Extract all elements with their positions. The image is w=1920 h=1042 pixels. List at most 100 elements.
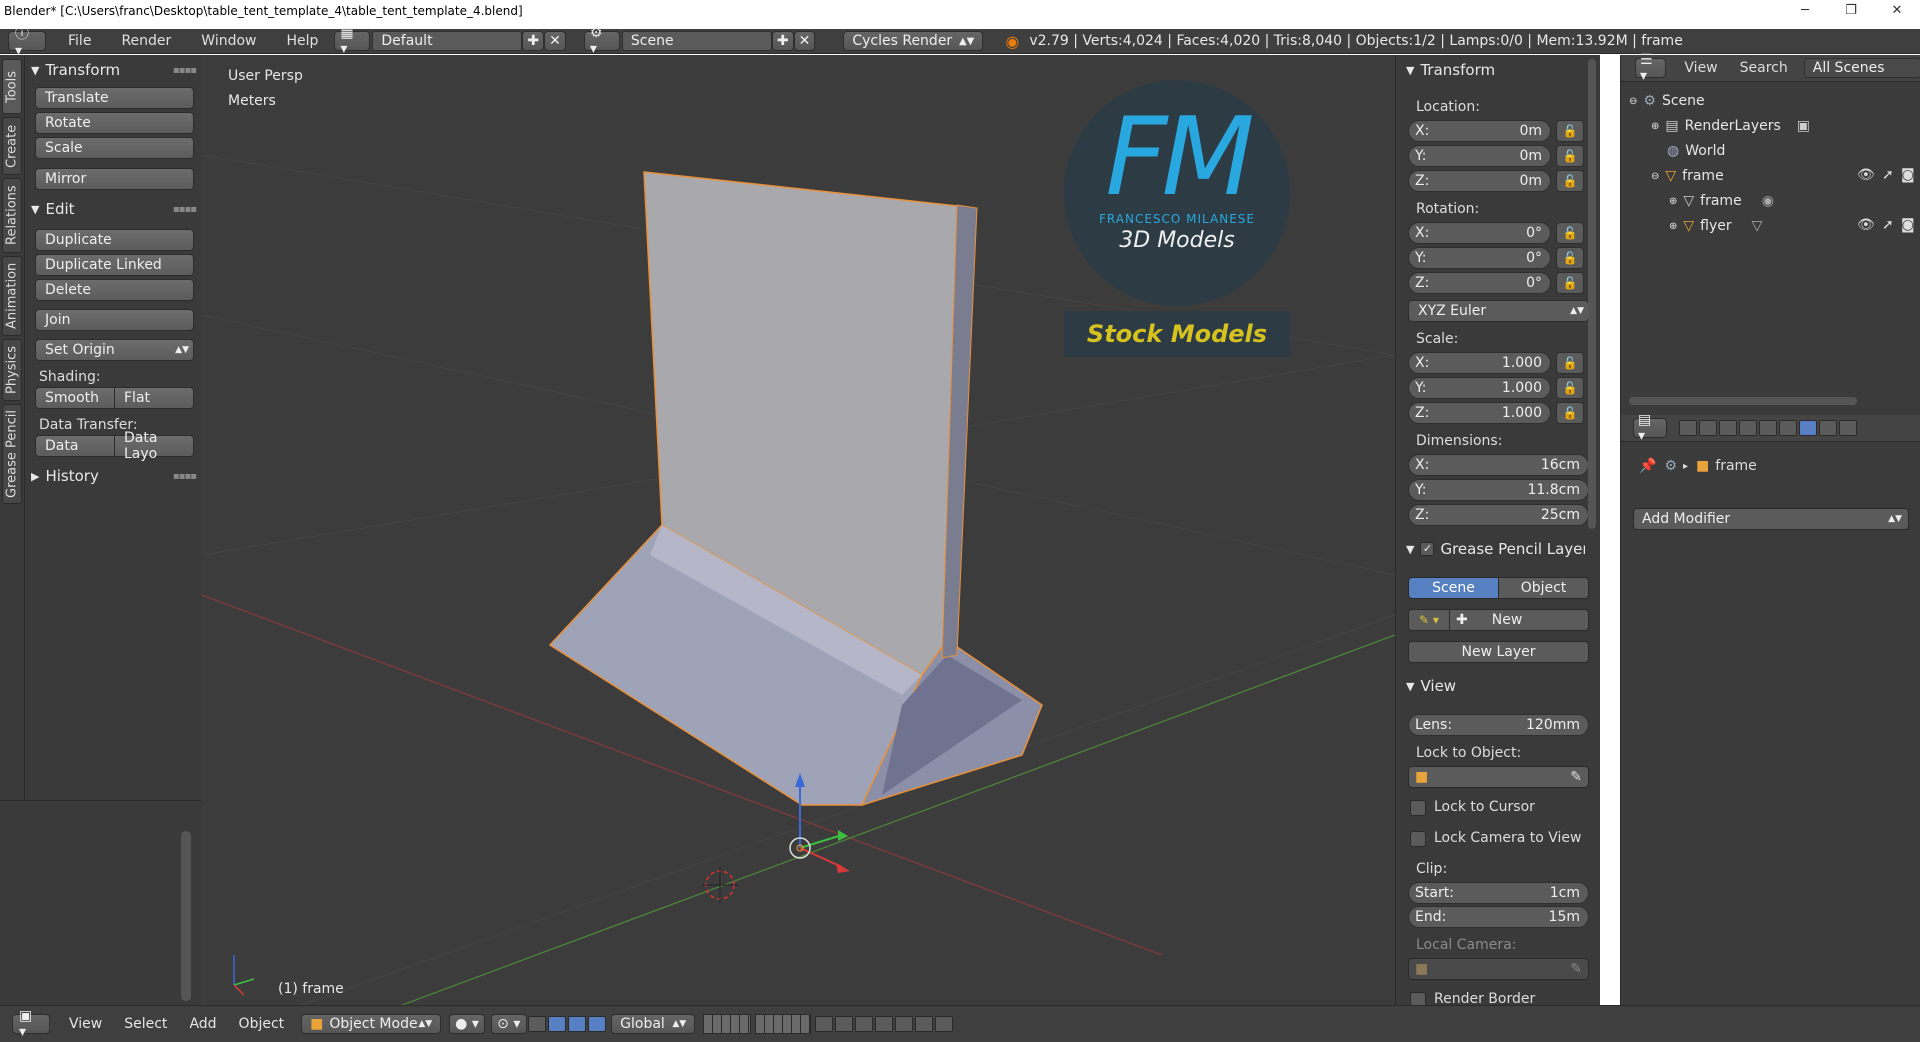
- delete-scene-icon[interactable]: ✕: [793, 31, 816, 51]
- render-camera-icon[interactable]: ◙: [1901, 217, 1915, 233]
- render-camera-icon[interactable]: ◙: [1901, 167, 1915, 183]
- eyedropper-icon[interactable]: ✎: [1570, 769, 1582, 785]
- menu-window[interactable]: Window: [191, 33, 266, 49]
- lock-icon[interactable]: 🔓: [1556, 377, 1584, 399]
- data-tab-icon[interactable]: [1819, 420, 1837, 436]
- scale-z-field[interactable]: Z: 1.000: [1408, 402, 1551, 424]
- renderlayer-toggle-icon[interactable]: ▣: [1797, 118, 1810, 134]
- scale-y-field[interactable]: Y: 1.000: [1408, 377, 1551, 399]
- delete-button[interactable]: Delete: [35, 279, 194, 301]
- outliner-row-flyer[interactable]: ⊕ ▽ flyer ▽: [1669, 216, 1762, 236]
- drag-grip-icon[interactable]: ▪▪▪▪: [173, 204, 197, 215]
- lock-icon[interactable]: 🔓: [1556, 222, 1584, 244]
- transform-panel-header[interactable]: ▼ Transform ▪▪▪▪: [25, 59, 202, 81]
- rotation-z-field[interactable]: Z: 0°: [1408, 272, 1551, 294]
- tab-relations[interactable]: Relations: [2, 178, 22, 253]
- menu-add[interactable]: Add: [178, 1016, 227, 1032]
- layers-grid-icon[interactable]: [703, 1014, 752, 1034]
- screen-layout-icon[interactable]: ▦ ▾: [334, 25, 371, 57]
- view-header[interactable]: ▼ View: [1396, 675, 1591, 697]
- lock-icon[interactable]: 🔓: [1556, 120, 1584, 142]
- 3d-cursor-icon[interactable]: [702, 867, 738, 903]
- location-z-field[interactable]: Z: 0m: [1408, 170, 1551, 192]
- render-layers-tab-icon[interactable]: [1699, 420, 1717, 436]
- constraints-tab-icon[interactable]: [1779, 420, 1797, 436]
- duplicate-linked-button[interactable]: Duplicate Linked: [35, 254, 194, 276]
- tab-object[interactable]: Object: [1499, 577, 1589, 599]
- data-button[interactable]: Data: [35, 435, 115, 457]
- location-y-field[interactable]: Y: 0m: [1408, 145, 1551, 167]
- outliner-row-renderlayers[interactable]: ⊕ ▤ RenderLayers ▣: [1651, 116, 1810, 136]
- tab-grease-pencil[interactable]: Grease Pencil: [2, 404, 22, 504]
- lock-layers-icon[interactable]: [815, 1016, 834, 1032]
- lock-to-cursor-checkbox[interactable]: [1410, 800, 1426, 816]
- lock-icon[interactable]: 🔓: [1556, 352, 1584, 374]
- material-tab-icon[interactable]: [1839, 420, 1857, 436]
- lock-camera-checkbox[interactable]: [1410, 831, 1426, 847]
- tab-create[interactable]: Create: [2, 117, 22, 175]
- menu-select[interactable]: Select: [113, 1016, 178, 1032]
- menu-file[interactable]: File: [58, 33, 101, 49]
- drag-grip-icon[interactable]: ▪▪▪▪: [173, 471, 197, 482]
- translate-button[interactable]: Translate: [35, 87, 194, 109]
- select-arrow-icon[interactable]: ➚: [1882, 167, 1894, 183]
- dimension-x-field[interactable]: X: 16cm: [1408, 454, 1589, 476]
- clip-end-field[interactable]: End: 15m: [1408, 906, 1589, 928]
- lock-icon[interactable]: 🔓: [1556, 145, 1584, 167]
- scale-manipulator-icon[interactable]: [588, 1016, 607, 1032]
- lock-object-field[interactable]: ■ ✎: [1408, 766, 1589, 788]
- world-tab-icon[interactable]: [1739, 420, 1757, 436]
- data-layout-button[interactable]: Data Layo: [115, 430, 194, 462]
- manipulator-toggle-icon[interactable]: [528, 1016, 547, 1032]
- outliner-row-scene[interactable]: ⊖ ⚙ Scene: [1629, 91, 1705, 111]
- menu-help[interactable]: Help: [276, 33, 328, 49]
- outliner-hscrollbar[interactable]: [1629, 397, 1857, 405]
- expand-icon[interactable]: ⊕: [1651, 121, 1659, 132]
- viewport-shading-select[interactable]: ● ▾: [449, 1014, 486, 1034]
- duplicate-button[interactable]: Duplicate: [35, 229, 194, 251]
- lock-icon[interactable]: 🔓: [1556, 170, 1584, 192]
- snap-target-icon[interactable]: [895, 1016, 914, 1032]
- new-grease-button[interactable]: ✚ New: [1450, 609, 1589, 631]
- eyedropper-icon[interactable]: ✎: [1570, 961, 1582, 977]
- outliner-editor-type-icon[interactable]: ☰ ▾: [1635, 52, 1667, 84]
- expand-icon[interactable]: ⊕: [1669, 196, 1677, 207]
- rotation-mode-select[interactable]: XYZ Euler ▲▼: [1408, 300, 1589, 322]
- 3d-viewport[interactable]: User Persp Meters (1) frame FM FRANCESCO…: [202, 55, 1395, 1005]
- rotate-manipulator-icon[interactable]: [568, 1016, 587, 1032]
- visibility-eye-icon[interactable]: 👁: [1857, 217, 1875, 233]
- lens-field[interactable]: Lens: 120mm: [1408, 714, 1589, 736]
- clip-start-field[interactable]: Start: 1cm: [1408, 882, 1589, 904]
- local-camera-field[interactable]: ■ ✎: [1408, 958, 1589, 980]
- join-button[interactable]: Join: [35, 309, 194, 331]
- collapse-icon[interactable]: ⊖: [1651, 171, 1659, 182]
- editor-type-3dview-icon[interactable]: ▣ ▾: [12, 1008, 50, 1040]
- set-origin-select[interactable]: Set Origin ▲▼: [35, 339, 194, 361]
- visibility-eye-icon[interactable]: 👁: [1857, 167, 1875, 183]
- pivot-point-select[interactable]: ⊙ ▾: [491, 1014, 528, 1034]
- mode-select[interactable]: ■ Object Mode ▲▼: [301, 1014, 442, 1034]
- lock-icon[interactable]: 🔓: [1556, 247, 1584, 269]
- outliner-menu-view[interactable]: View: [1684, 60, 1717, 76]
- transform-orientation-select[interactable]: Global ▲▼: [611, 1014, 696, 1034]
- editor-type-info-icon[interactable]: ⓘ ▾: [8, 26, 46, 59]
- delete-layout-icon[interactable]: ✕: [544, 31, 566, 51]
- edit-panel-header[interactable]: ▼ Edit ▪▪▪▪: [25, 198, 202, 220]
- proportional-edit-icon[interactable]: [835, 1016, 854, 1032]
- outliner-row-frame-object[interactable]: ⊖ ▽ frame: [1651, 166, 1724, 186]
- close-window-button[interactable]: ✕: [1874, 0, 1920, 22]
- render-engine-select[interactable]: Cycles Render ▲▼: [843, 31, 984, 51]
- shelf-scrollbar[interactable]: [181, 831, 191, 1001]
- scene-icon[interactable]: ⚙ ▾: [583, 25, 620, 57]
- outliner-display-mode-select[interactable]: All Scenes: [1803, 58, 1920, 78]
- menu-render[interactable]: Render: [111, 33, 181, 49]
- grease-pencil-checkbox[interactable]: ✓: [1420, 542, 1435, 556]
- restore-button[interactable]: ❐: [1828, 0, 1874, 22]
- outliner-row-world[interactable]: ◍ World: [1667, 141, 1725, 161]
- pencil-icon[interactable]: ✎ ▾: [1408, 609, 1450, 631]
- opengl-render-icon[interactable]: [915, 1016, 934, 1032]
- snap-toggle-icon[interactable]: [855, 1016, 874, 1032]
- render-tab-icon[interactable]: [1679, 420, 1697, 436]
- menu-object[interactable]: Object: [228, 1016, 296, 1032]
- scene-tab-icon[interactable]: [1719, 420, 1737, 436]
